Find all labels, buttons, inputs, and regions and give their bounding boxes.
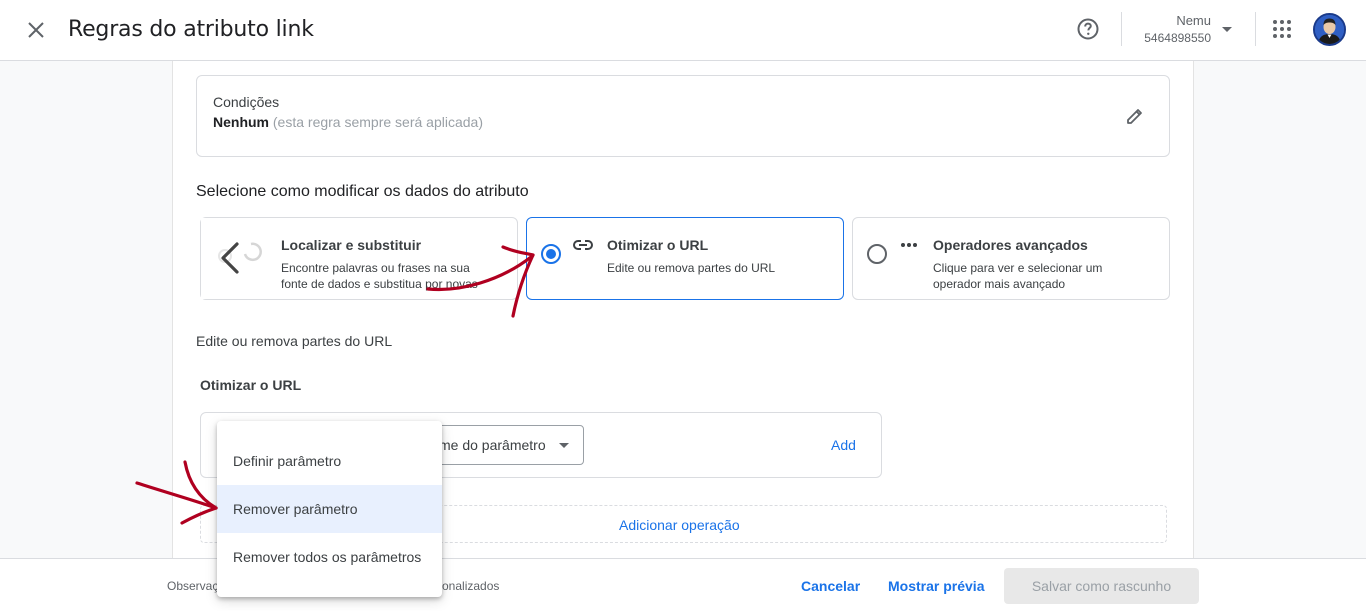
conditions-value-main: Nenhum bbox=[213, 114, 269, 130]
chevron-down-icon[interactable] bbox=[1222, 27, 1232, 33]
pencil-icon bbox=[1127, 109, 1142, 124]
menu-item-remove-all-parameters[interactable]: Remover todos os parâmetros bbox=[217, 533, 442, 581]
footer-note-right: onalizados bbox=[442, 579, 500, 593]
account-name: Nemu bbox=[1176, 13, 1211, 28]
account-switcher[interactable]: Nemu 5464898550 bbox=[1130, 13, 1220, 47]
parameter-name-select-value: me do parâmetro bbox=[439, 437, 546, 453]
dropdown-arrow-icon bbox=[559, 443, 569, 448]
close-button[interactable] bbox=[22, 16, 50, 44]
close-icon bbox=[28, 22, 44, 38]
cancel-button[interactable]: Cancelar bbox=[801, 578, 860, 594]
option-optimize-url[interactable]: Otimizar o URL Edite ou remova partes do… bbox=[526, 217, 844, 300]
top-bar: Regras do atributo link Nemu 5464898550 bbox=[0, 0, 1366, 61]
conditions-hint: (esta regra sempre será aplicada) bbox=[272, 114, 483, 130]
account-id: 5464898550 bbox=[1144, 31, 1211, 45]
option-advanced-operators-radio[interactable] bbox=[867, 244, 887, 264]
option-find-replace-desc: Encontre palavras ou frases na sua fonte… bbox=[281, 261, 478, 291]
modify-section-title: Selecione como modificar os dados do atr… bbox=[196, 183, 529, 200]
conditions-card: Condições Nenhum (esta regra sempre será… bbox=[196, 75, 1170, 157]
option-optimize-url-title: Otimizar o URL bbox=[607, 237, 709, 253]
edit-conditions-button[interactable] bbox=[1125, 106, 1147, 128]
help-icon bbox=[1077, 18, 1099, 40]
option-advanced-operators-title: Operadores avançados bbox=[933, 237, 1088, 253]
add-button[interactable]: Add bbox=[831, 437, 856, 453]
apps-grid-icon bbox=[1273, 20, 1291, 38]
parameter-name-select[interactable]: me do parâmetro bbox=[424, 425, 584, 465]
apps-button[interactable] bbox=[1272, 19, 1292, 39]
conditions-label: Condições bbox=[213, 94, 280, 110]
link-icon bbox=[573, 240, 593, 250]
url-section-subtitle: Otimizar o URL bbox=[200, 377, 302, 393]
header-divider bbox=[1255, 12, 1256, 46]
option-find-replace-title: Localizar e substituir bbox=[281, 237, 422, 253]
option-find-replace[interactable]: Localizar e substituir Encontre palavras… bbox=[200, 217, 518, 300]
find-replace-icon bbox=[218, 242, 262, 274]
url-section-description: Edite ou remova partes do URL bbox=[196, 333, 393, 349]
option-optimize-url-desc: Edite ou remova partes do URL bbox=[607, 261, 776, 275]
menu-item-remove-parameter[interactable]: Remover parâmetro bbox=[217, 485, 442, 533]
option-advanced-operators-desc: Clique para ver e selecionar um operador… bbox=[933, 261, 1103, 291]
option-find-replace-icon-area bbox=[201, 218, 269, 299]
option-advanced-operators[interactable]: Operadores avançados Clique para ver e s… bbox=[852, 217, 1170, 300]
header-divider bbox=[1121, 12, 1122, 46]
footer-note-left: Observaç bbox=[167, 579, 219, 593]
help-button[interactable] bbox=[1076, 17, 1100, 41]
avatar[interactable] bbox=[1313, 13, 1346, 46]
menu-item-set-parameter[interactable]: Definir parâmetro bbox=[217, 437, 442, 485]
page-title: Regras do atributo link bbox=[68, 17, 314, 42]
save-draft-button[interactable]: Salvar como rascunho bbox=[1004, 568, 1199, 604]
conditions-value: Nenhum (esta regra sempre será aplicada) bbox=[213, 114, 483, 130]
more-horiz-icon bbox=[901, 243, 917, 247]
operation-type-menu: Definir parâmetro Remover parâmetro Remo… bbox=[217, 421, 442, 597]
avatar-icon bbox=[1315, 15, 1344, 44]
show-preview-button[interactable]: Mostrar prévia bbox=[888, 578, 984, 594]
option-optimize-url-radio[interactable] bbox=[541, 244, 561, 264]
add-operation-label: Adicionar operação bbox=[619, 517, 740, 533]
footer-bar: Observaç onalizados Cancelar Mostrar pré… bbox=[0, 558, 1366, 611]
